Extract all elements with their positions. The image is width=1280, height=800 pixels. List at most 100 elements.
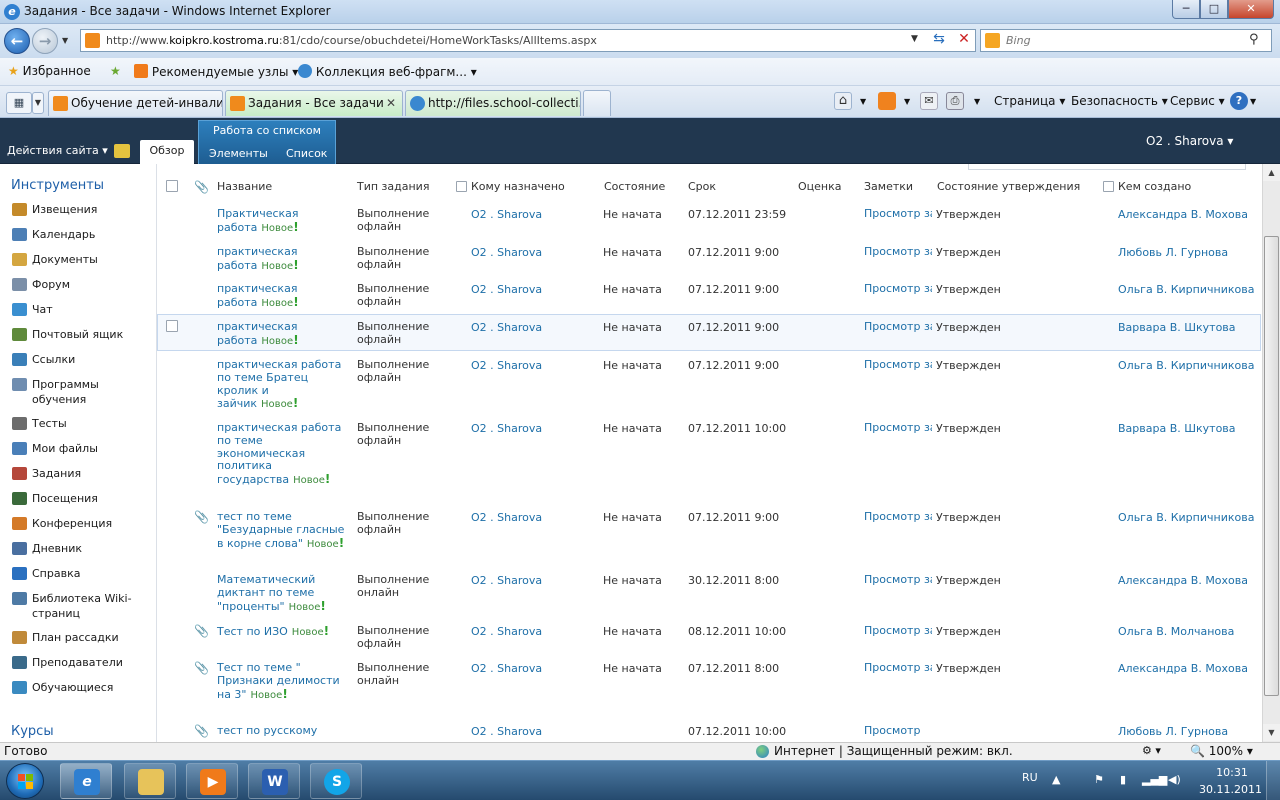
suggested-sites-button[interactable]: Рекомендуемые узлы ▾ [134, 64, 298, 79]
maximize-button[interactable]: □ [1200, 0, 1228, 19]
assigned-filter-checkbox[interactable] [456, 181, 467, 192]
col-due[interactable]: Срок [688, 180, 716, 193]
row-notes-link[interactable]: Просмотр записей... [864, 246, 932, 259]
row-created-by-link[interactable]: Любовь Л. Гурнова [1118, 246, 1228, 259]
row-created-by-link[interactable]: Ольга В. Кирпичникова [1118, 283, 1254, 296]
courses-heading[interactable]: Курсы [11, 724, 54, 739]
row-notes-link[interactable]: Просмотр записей... [864, 625, 932, 638]
row-notes-link[interactable]: Просмотр записей... [864, 208, 932, 221]
nav-item[interactable]: Чат [12, 302, 152, 317]
row-created-by-link[interactable]: Варвара В. Шкутова [1118, 321, 1236, 334]
row-assigned-link[interactable]: O2 . Sharova [471, 208, 542, 221]
page-menu[interactable]: Страница ▾ [994, 94, 1065, 108]
row-created-by-link[interactable]: Ольга В. Кирпичникова [1118, 359, 1254, 372]
row-created-by-link[interactable]: Ольга В. Молчанова [1118, 625, 1234, 638]
tab-zadaniya[interactable]: Задания - Все задачи ✕ [225, 90, 403, 116]
row-created-by-link[interactable]: Александра В. Мохова [1118, 574, 1248, 587]
tab-browse[interactable]: Обзор [140, 140, 194, 164]
col-title[interactable]: Название [217, 180, 272, 193]
scroll-up-icon[interactable]: ▲ [1263, 164, 1280, 181]
user-menu[interactable]: O2 . Sharova ▾ [1146, 134, 1233, 148]
quick-tabs-icon[interactable]: ▦ [6, 92, 32, 114]
home-dropdown[interactable]: ▼ [860, 97, 866, 106]
add-favorites-icon[interactable]: ★ [110, 64, 121, 78]
row-created-by-link[interactable]: Ольга В. Кирпичникова [1118, 511, 1254, 524]
row-notes-link[interactable]: Просмотр записей... [864, 422, 932, 435]
show-desktop-button[interactable] [1266, 761, 1280, 800]
row-assigned-link[interactable]: O2 . Sharova [471, 625, 542, 638]
web-slice-gallery-button[interactable]: Коллекция веб-фрагм... ▾ [298, 64, 477, 79]
row-title-link[interactable]: практическая работа по теме Братец кроли… [217, 358, 345, 412]
tray-expand-icon[interactable]: ▲ [1052, 773, 1060, 786]
home-icon[interactable]: ⌂ [834, 92, 852, 110]
taskbar-media-player[interactable]: ▶ [186, 763, 238, 799]
vertical-scrollbar[interactable]: ▲ ▼ [1262, 164, 1280, 742]
address-dropdown-icon[interactable]: ▼ [911, 34, 918, 44]
taskbar-ie[interactable]: e [60, 763, 112, 799]
row-title-link[interactable]: практическая работа Новое! [217, 245, 345, 274]
nav-item[interactable]: Задания [12, 466, 152, 481]
row-assigned-link[interactable]: O2 . Sharova [471, 359, 542, 372]
row-assigned-link[interactable]: O2 . Sharova [471, 321, 542, 334]
tab-list[interactable]: Список [286, 147, 327, 160]
nav-item[interactable]: Конференция [12, 516, 152, 531]
tab-list-dropdown[interactable]: ▼ [32, 92, 44, 114]
row-created-by-link[interactable]: Александра В. Мохова [1118, 208, 1248, 221]
tab-school-collection[interactable]: http://files.school-collecti... [405, 90, 581, 116]
nav-item[interactable]: Преподаватели [12, 655, 152, 670]
search-box[interactable]: Bing ⚲ [980, 29, 1272, 52]
clock-date[interactable]: 30.11.2011 [1199, 783, 1262, 796]
security-zone[interactable]: Интернет | Защищенный режим: вкл. [774, 744, 1013, 758]
col-type[interactable]: Тип задания [357, 180, 429, 193]
row-title-link[interactable]: Тест по теме " Признаки делимости на 3" Н… [217, 661, 345, 702]
row-assigned-link[interactable]: O2 . Sharova [471, 422, 542, 435]
safety-menu[interactable]: Безопасность ▾ [1071, 94, 1168, 108]
close-tab-icon[interactable]: ✕ [386, 91, 396, 115]
clock-time[interactable]: 10:31 [1212, 766, 1252, 779]
row-notes-link[interactable]: Просмотр записей... [864, 574, 932, 587]
row-created-by-link[interactable]: Варвара В. Шкутова [1118, 422, 1236, 435]
row-assigned-link[interactable]: O2 . Sharova [471, 574, 542, 587]
taskbar-word[interactable]: W [248, 763, 300, 799]
scroll-down-icon[interactable]: ▼ [1263, 724, 1280, 741]
row-created-by-link[interactable]: Александра В. Мохова [1118, 662, 1248, 675]
zoom-level[interactable]: 🔍 100% ▾ [1190, 744, 1253, 758]
row-notes-link[interactable]: Просмотр [864, 725, 932, 738]
address-url[interactable]: http://www.koipkro.kostroma.ru:81/cdo/co… [106, 34, 597, 47]
nav-item[interactable]: Календарь [12, 227, 152, 242]
taskbar-skype[interactable]: S [310, 763, 362, 799]
row-assigned-link[interactable]: O2 . Sharova [471, 662, 542, 675]
nav-item[interactable]: Форум [12, 277, 152, 292]
close-window-button[interactable]: ✕ [1228, 0, 1274, 19]
taskbar-explorer[interactable] [124, 763, 176, 799]
nav-item[interactable]: Документы [12, 252, 152, 267]
edit-page-icon[interactable] [114, 144, 130, 158]
nav-item[interactable]: Тесты [12, 416, 152, 431]
row-assigned-link[interactable]: O2 . Sharova [471, 246, 542, 259]
row-title-link[interactable]: Практическая работа Новое! [217, 207, 345, 236]
row-checkbox[interactable] [166, 320, 178, 332]
nav-item[interactable]: Извещения [12, 202, 152, 217]
col-created-by[interactable]: Кем создано [1118, 180, 1191, 193]
address-bar[interactable]: http://www.koipkro.kostroma.ru:81/cdo/co… [80, 29, 976, 52]
nav-item[interactable]: Почтовый ящик [12, 327, 152, 342]
row-notes-link[interactable]: Просмотр записей... [864, 321, 932, 334]
favorites-button[interactable]: ★ Избранное [8, 64, 91, 78]
select-all-checkbox[interactable] [166, 180, 178, 192]
feeds-dropdown[interactable]: ▼ [904, 97, 910, 106]
col-notes[interactable]: Заметки [864, 180, 913, 193]
battery-icon[interactable]: ▮ [1120, 773, 1126, 786]
nav-item[interactable]: Мои файлы [12, 441, 152, 456]
row-title-link[interactable]: Тест по ИЗО Новое! [217, 625, 345, 640]
print-icon[interactable]: ⎙ [946, 92, 964, 110]
nav-item[interactable]: Справка [12, 566, 152, 581]
search-input[interactable]: Bing [1006, 34, 1031, 47]
tab-items[interactable]: Элементы [209, 147, 268, 160]
minimize-button[interactable]: ─ [1172, 0, 1200, 19]
print-dropdown[interactable]: ▼ [974, 97, 980, 106]
createdby-filter-checkbox[interactable] [1103, 181, 1114, 192]
tab-obuchenie[interactable]: Обучение детей-инвалид... [48, 90, 223, 116]
recent-pages-dropdown[interactable]: ▼ [62, 36, 68, 45]
row-assigned-link[interactable]: O2 . Sharova [471, 725, 542, 738]
row-assigned-link[interactable]: O2 . Sharova [471, 511, 542, 524]
